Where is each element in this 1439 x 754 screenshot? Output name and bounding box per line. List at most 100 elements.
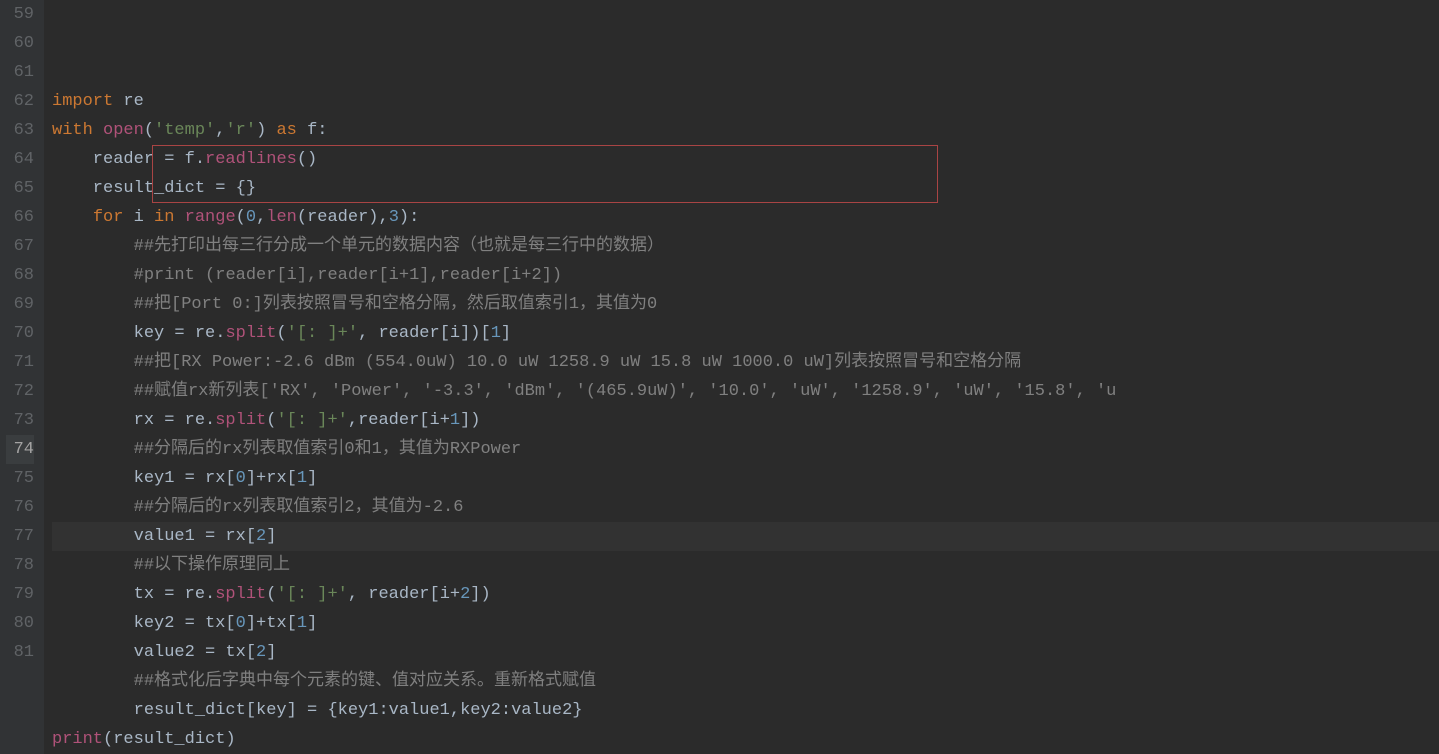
token-var: , reader[i+ (348, 585, 460, 604)
token-num: 0 (246, 208, 256, 227)
code-line[interactable]: import re (52, 87, 1439, 116)
line-number: 61 (6, 58, 34, 87)
token-method: split (215, 585, 266, 604)
token-var (52, 382, 134, 401)
token-var: key = re. (52, 324, 225, 343)
token-var: value2 = tx[ (52, 643, 256, 662)
line-number: 71 (6, 348, 34, 377)
token-method: readlines (205, 150, 297, 169)
token-paren: () (297, 150, 317, 169)
line-number: 63 (6, 116, 34, 145)
token-str: 'r' (225, 121, 256, 140)
token-var: key1 = rx[ (52, 469, 236, 488)
line-number: 77 (6, 522, 34, 551)
code-line[interactable]: key1 = rx[0]+rx[1] (52, 464, 1439, 493)
token-var: re (113, 92, 144, 111)
token-var: , (256, 208, 266, 227)
line-number: 64 (6, 145, 34, 174)
token-num: 2 (256, 527, 266, 546)
code-line[interactable]: tx = re.split('[: ]+', reader[i+2]) (52, 580, 1439, 609)
line-number: 69 (6, 290, 34, 319)
code-line[interactable]: ##分隔后的rx列表取值索引0和1，其值为RXPower (52, 435, 1439, 464)
code-line[interactable]: rx = re.split('[: ]+',reader[i+1]) (52, 406, 1439, 435)
token-num: 2 (460, 585, 470, 604)
code-line[interactable]: for i in range(0,len(reader),3): (52, 203, 1439, 232)
token-var (52, 295, 134, 314)
token-var: ] (307, 469, 317, 488)
token-paren: ( (236, 208, 246, 227)
token-paren: ( (276, 324, 286, 343)
line-number: 66 (6, 203, 34, 232)
token-paren: ( (266, 411, 276, 430)
line-number: 76 (6, 493, 34, 522)
line-number: 80 (6, 609, 34, 638)
token-comment: ##以下操作原理同上 (134, 556, 290, 575)
token-str: '[: ]+' (287, 324, 358, 343)
token-num: 1 (297, 469, 307, 488)
token-kw: with (52, 121, 93, 140)
token-comment: ##格式化后字典中每个元素的键、值对应关系。重新格式赋值 (134, 672, 596, 691)
token-var: ] (501, 324, 511, 343)
code-line[interactable]: key2 = tx[0]+tx[1] (52, 609, 1439, 638)
token-comment: ##把[Port 0:]列表按照冒号和空格分隔，然后取值索引1，其值为0 (134, 295, 658, 314)
line-number: 59 (6, 0, 34, 29)
code-line[interactable]: ##赋值rx新列表['RX', 'Power', '-3.3', 'dBm', … (52, 377, 1439, 406)
line-number: 81 (6, 638, 34, 667)
line-number: 67 (6, 232, 34, 261)
line-number-gutter: 5960616263646566676869707172737475767778… (0, 0, 44, 754)
code-line[interactable]: result_dict[key] = {key1:value1,key2:val… (52, 696, 1439, 725)
token-method: range (185, 208, 236, 227)
token-comment: ##分隔后的rx列表取值索引2，其值为-2.6 (134, 498, 464, 517)
token-var: reader (307, 208, 368, 227)
token-paren: ) (368, 208, 378, 227)
token-var: : (409, 208, 419, 227)
code-line[interactable]: ##先打印出每三行分成一个单元的数据内容（也就是每三行中的数据） (52, 232, 1439, 261)
token-paren: ) (225, 730, 235, 749)
line-number: 74 (6, 435, 34, 464)
code-line[interactable]: result_dict = {} (52, 174, 1439, 203)
line-number: 60 (6, 29, 34, 58)
token-num: 1 (297, 614, 307, 633)
token-paren: ) (256, 121, 266, 140)
token-comment: ##把[RX Power:-2.6 dBm (554.0uW) 10.0 uW … (134, 353, 1022, 372)
code-line[interactable]: value1 = rx[2] (52, 522, 1439, 551)
token-var: ]) (460, 411, 480, 430)
token-str: '[: ]+' (276, 585, 347, 604)
token-var (52, 440, 134, 459)
token-var (52, 266, 134, 285)
token-paren: ( (266, 585, 276, 604)
line-number: 68 (6, 261, 34, 290)
token-num: 0 (236, 469, 246, 488)
code-editor[interactable]: 5960616263646566676869707172737475767778… (0, 0, 1439, 754)
token-str: 'temp' (154, 121, 215, 140)
code-line[interactable]: ##以下操作原理同上 (52, 551, 1439, 580)
code-line[interactable]: reader = f.readlines() (52, 145, 1439, 174)
token-comment: ##赋值rx新列表['RX', 'Power', '-3.3', 'dBm', … (134, 382, 1117, 401)
token-var (52, 672, 134, 691)
token-var: key2 = tx[ (52, 614, 236, 633)
token-paren: ) (399, 208, 409, 227)
code-line[interactable]: ##分隔后的rx列表取值索引2，其值为-2.6 (52, 493, 1439, 522)
code-line[interactable]: key = re.split('[: ]+', reader[i])[1] (52, 319, 1439, 348)
token-var (93, 121, 103, 140)
code-line[interactable]: ##把[Port 0:]列表按照冒号和空格分隔，然后取值索引1，其值为0 (52, 290, 1439, 319)
code-area[interactable]: import rewith open('temp','r') as f: rea… (44, 0, 1439, 754)
code-line[interactable]: value2 = tx[2] (52, 638, 1439, 667)
line-number: 62 (6, 87, 34, 116)
token-comment: ##先打印出每三行分成一个单元的数据内容（也就是每三行中的数据） (134, 237, 664, 256)
token-num: 0 (236, 614, 246, 633)
token-var (174, 208, 184, 227)
token-var: result_dict = {} (52, 179, 256, 198)
token-var: ] (266, 643, 276, 662)
token-comment: #print (reader[i],reader[i+1],reader[i+2… (134, 266, 562, 285)
line-number: 78 (6, 551, 34, 580)
token-num: 1 (491, 324, 501, 343)
code-line[interactable]: print(result_dict) (52, 725, 1439, 754)
line-number: 72 (6, 377, 34, 406)
code-line[interactable]: with open('temp','r') as f: (52, 116, 1439, 145)
code-line[interactable]: #print (reader[i],reader[i+1],reader[i+2… (52, 261, 1439, 290)
token-kw: in (154, 208, 174, 227)
code-line[interactable]: ##把[RX Power:-2.6 dBm (554.0uW) 10.0 uW … (52, 348, 1439, 377)
code-line[interactable]: ##格式化后字典中每个元素的键、值对应关系。重新格式赋值 (52, 667, 1439, 696)
token-var: ]+rx[ (246, 469, 297, 488)
